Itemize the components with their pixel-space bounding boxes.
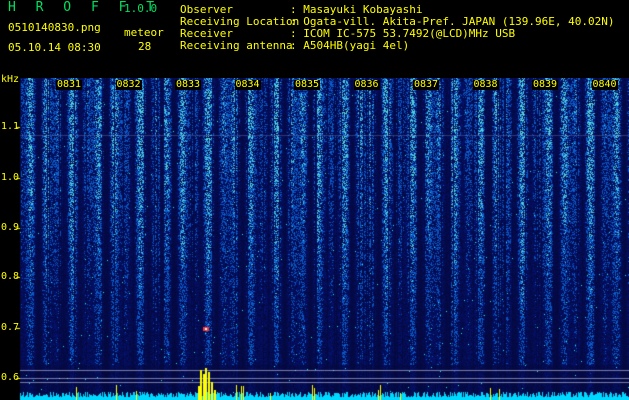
time-tick-label: 0833 [175,79,202,90]
meteor-label: meteor [124,26,164,39]
time-tick-label: 0837 [413,79,440,90]
freq-tick-label: 1.1 [1,121,20,132]
time-tick-label: 0831 [56,79,83,90]
freq-tick-label: 0.8 [1,271,20,282]
freq-unit-label: kHz [1,74,20,85]
time-tick-label: 0835 [294,79,321,90]
file-name: 0510140830.png [8,21,101,34]
time-tick-label: 0832 [115,79,142,90]
freq-tick-label: 0.6 [1,372,20,383]
time-tick-label: 0836 [353,79,380,90]
time-tick-label: 0834 [234,79,261,90]
meteor-count: 28 [138,40,152,53]
antenna-value: : A504HB(yagi 4el) [290,39,410,52]
antenna-label: Receiving antenna [180,39,293,52]
spectrogram-panel: kHz 1.1 1.0 0.9 0.8 0.7 0.6 0831 0832 0833 0834 0… [0,74,629,400]
header-panel: H R O F F T 1.0.0 0510140830.png 05.10.1… [0,0,629,78]
freq-tick-label: 0.7 [1,322,20,333]
app-version: 1.0.0 [124,2,158,15]
time-tick-label: 0839 [532,79,559,90]
freq-tick-label: 0.9 [1,222,20,233]
freq-tick-label: 1.0 [1,172,20,183]
timestamp: 05.10.14 08:30 [8,41,101,54]
time-tick-label: 0838 [472,79,499,90]
time-tick-label: 0840 [591,79,618,90]
spectrogram-canvas [0,78,629,400]
